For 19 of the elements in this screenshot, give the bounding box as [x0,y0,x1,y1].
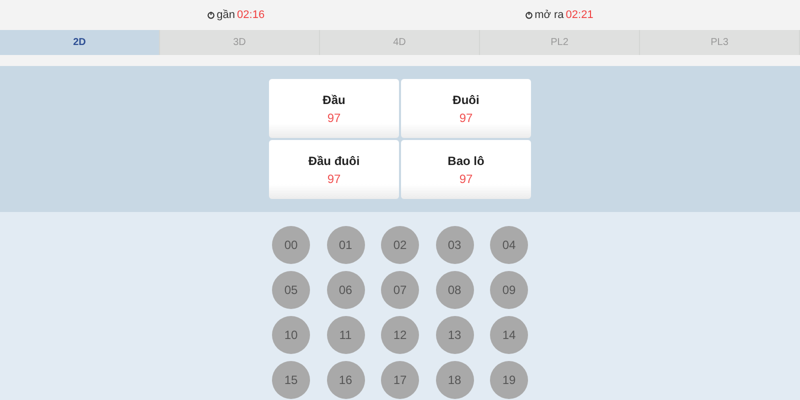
timer-value: 02:21 [566,8,594,23]
bet-type-card[interactable]: Đầu đuôi 97 [269,140,399,199]
bet-type-name: Bao lô [448,152,484,170]
bet-odds: 97 [327,170,341,188]
bet-odds: 97 [459,170,473,188]
bet-type-name: Đầu [322,92,346,108]
bet-odds: 97 [459,110,473,126]
bet-odds: 97 [327,110,341,126]
bet-type-name: Đuôi [452,92,480,108]
bet-type-name: Đầu đuôi [308,152,360,170]
timer-label: gần [216,8,236,23]
bet-type-card[interactable]: Đầu 97 [269,79,399,138]
bet-type-card[interactable]: Bao lô 97 [401,140,531,199]
timer-icon [524,11,533,19]
timer-label: mở ra [534,8,564,23]
tab[interactable]: 2D [0,30,160,55]
bet-type-card[interactable]: Đuôi 97 [401,79,531,138]
timer-icon [206,11,215,19]
timer-value: 02:16 [237,8,265,23]
